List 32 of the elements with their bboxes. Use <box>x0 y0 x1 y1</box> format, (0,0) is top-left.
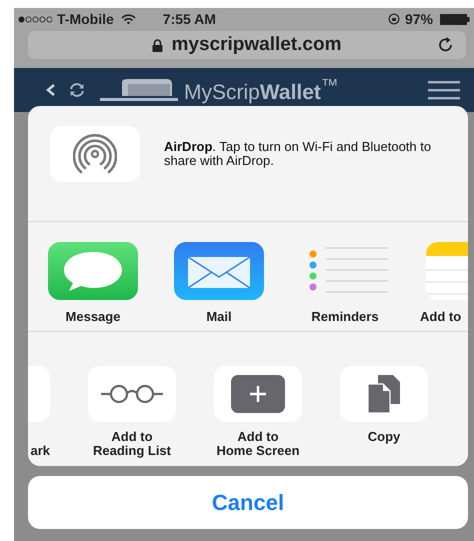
copy-action-icon[interactable] <box>340 366 428 422</box>
wifi-icon <box>120 14 136 24</box>
url-text: myscripwallet.com <box>171 34 342 56</box>
lock-icon <box>152 38 164 52</box>
reload-icon[interactable] <box>438 36 454 53</box>
wallet-logo-icon <box>98 78 180 102</box>
app-label: Mail <box>206 309 232 324</box>
site-logo[interactable]: MyScripWallet$^{™}$ <box>184 75 416 105</box>
battery-icon <box>440 14 470 24</box>
app-label: Message <box>66 309 120 324</box>
menu-icon[interactable] <box>428 80 460 100</box>
app-label: Add to <box>420 309 462 324</box>
refresh-icon[interactable] <box>68 82 86 98</box>
home-screen-action-icon[interactable] <box>214 366 302 422</box>
airdrop-message: AirDrop. Tap to turn on Wi-Fi and Bluetooth to share with AirDrop. <box>164 140 432 168</box>
reading-list-action-icon[interactable] <box>88 366 176 422</box>
back-icon[interactable] <box>46 84 56 96</box>
clock-time: 7:55 AM <box>162 11 216 27</box>
cancel-button[interactable]: Cancel <box>28 476 468 529</box>
battery-percent: 97% <box>404 11 433 27</box>
action-label: Add to Reading List <box>92 430 171 458</box>
carrier-name: T-Mobile <box>57 11 114 27</box>
message-app-icon[interactable] <box>48 242 138 300</box>
mail-app-icon[interactable] <box>174 242 264 300</box>
address-bar[interactable]: myscripwallet.com <box>28 31 466 59</box>
action-label: Add to Home Screen <box>216 430 300 458</box>
app-label: Reminders <box>311 309 379 324</box>
airdrop-icon[interactable] <box>50 126 140 182</box>
signal-icon <box>18 16 52 22</box>
rotation-lock-icon <box>388 13 400 25</box>
action-label: ark <box>30 444 50 458</box>
action-label: Copy <box>368 430 400 444</box>
